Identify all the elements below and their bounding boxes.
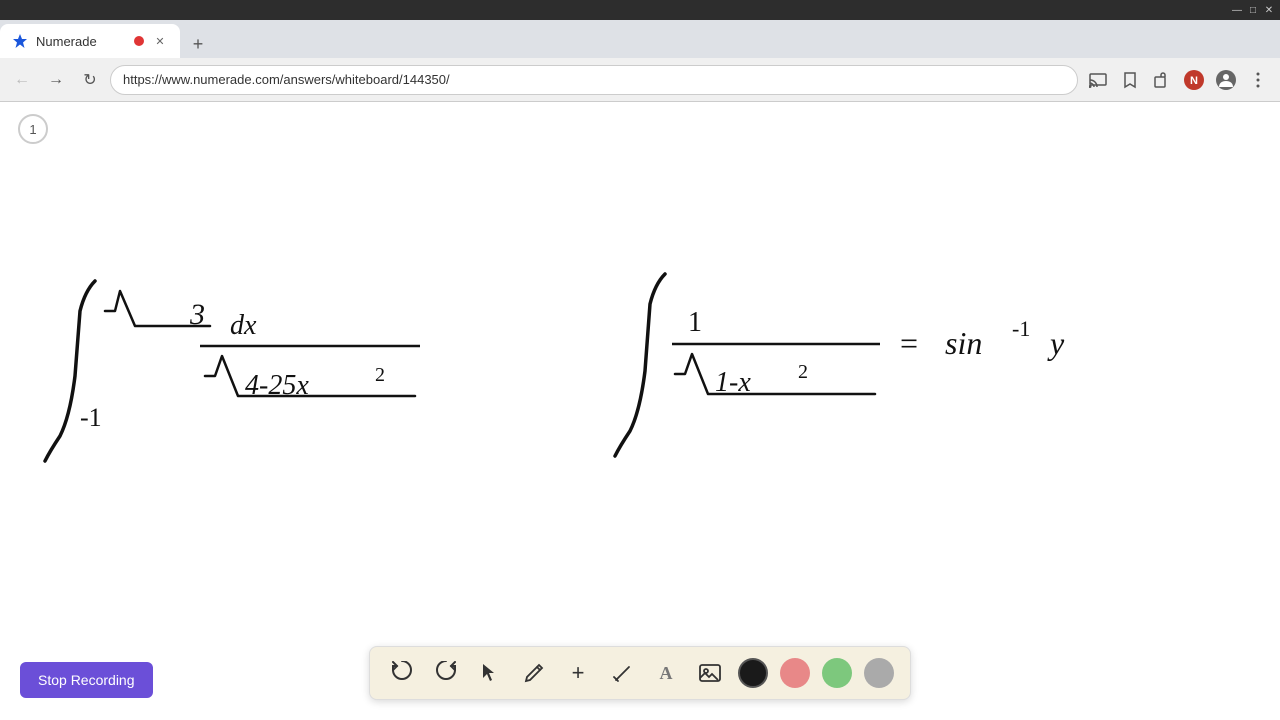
eraser-tool[interactable] bbox=[606, 657, 638, 689]
tab-bar: Numerade ✕ + bbox=[0, 20, 1280, 58]
new-tab-button[interactable]: + bbox=[184, 30, 212, 58]
svg-text:dx: dx bbox=[230, 310, 257, 341]
drawing-toolbar: + A bbox=[369, 646, 911, 700]
menu-icon[interactable] bbox=[1244, 66, 1272, 94]
title-bar: — □ ✕ bbox=[0, 0, 1280, 20]
pen-tool[interactable] bbox=[518, 657, 550, 689]
tab-title: Numerade bbox=[36, 34, 126, 49]
cast-icon[interactable] bbox=[1084, 66, 1112, 94]
redo-button[interactable] bbox=[430, 657, 462, 689]
color-pink[interactable] bbox=[780, 658, 810, 688]
close-button[interactable]: ✕ bbox=[1262, 3, 1276, 17]
text-tool[interactable]: A bbox=[650, 657, 682, 689]
svg-text:1-x: 1-x bbox=[715, 367, 751, 398]
user-account-icon[interactable] bbox=[1212, 66, 1240, 94]
select-tool[interactable] bbox=[474, 657, 506, 689]
svg-text:N: N bbox=[1190, 75, 1198, 87]
back-button[interactable]: ← bbox=[8, 66, 36, 94]
tab-favicon bbox=[12, 33, 28, 49]
svg-text:4-25x: 4-25x bbox=[245, 370, 309, 401]
svg-text:=: = bbox=[900, 325, 918, 361]
extension-icon[interactable] bbox=[1148, 66, 1176, 94]
page-number: 1 bbox=[18, 114, 48, 144]
svg-text:sin: sin bbox=[945, 325, 982, 361]
math-content: 3 dx -1 4-25x 2 1 bbox=[0, 102, 1280, 720]
svg-text:1: 1 bbox=[688, 307, 702, 338]
add-shape-button[interactable]: + bbox=[562, 657, 594, 689]
undo-button[interactable] bbox=[386, 657, 418, 689]
browser-toolbar-icons: N bbox=[1084, 66, 1272, 94]
stop-recording-button[interactable]: Stop Recording bbox=[20, 662, 153, 698]
image-tool[interactable] bbox=[694, 657, 726, 689]
svg-text:3: 3 bbox=[189, 298, 205, 331]
url-text: https://www.numerade.com/answers/whitebo… bbox=[123, 72, 1065, 87]
maximize-button[interactable]: □ bbox=[1246, 3, 1260, 17]
svg-text:-1: -1 bbox=[1012, 316, 1030, 341]
address-bar[interactable]: https://www.numerade.com/answers/whitebo… bbox=[110, 65, 1078, 95]
profile-icon[interactable]: N bbox=[1180, 66, 1208, 94]
whiteboard-area[interactable]: 1 3 dx -1 4-2 bbox=[0, 102, 1280, 720]
color-gray[interactable] bbox=[864, 658, 894, 688]
browser-toolbar: ← → ↻ https://www.numerade.com/answers/w… bbox=[0, 58, 1280, 102]
svg-text:2: 2 bbox=[375, 364, 385, 386]
svg-text:-1: -1 bbox=[80, 403, 102, 432]
svg-text:2: 2 bbox=[798, 361, 808, 383]
refresh-button[interactable]: ↻ bbox=[76, 66, 104, 94]
forward-button[interactable]: → bbox=[42, 66, 70, 94]
active-tab[interactable]: Numerade ✕ bbox=[0, 24, 180, 58]
color-black[interactable] bbox=[738, 658, 768, 688]
bookmark-icon[interactable] bbox=[1116, 66, 1144, 94]
svg-text:y: y bbox=[1047, 325, 1065, 361]
recording-indicator bbox=[134, 36, 144, 46]
tab-close-button[interactable]: ✕ bbox=[152, 33, 168, 49]
minimize-button[interactable]: — bbox=[1230, 3, 1244, 17]
browser-frame: — □ ✕ Numerade ✕ + ← → ↻ https://www.num… bbox=[0, 0, 1280, 720]
color-green[interactable] bbox=[822, 658, 852, 688]
